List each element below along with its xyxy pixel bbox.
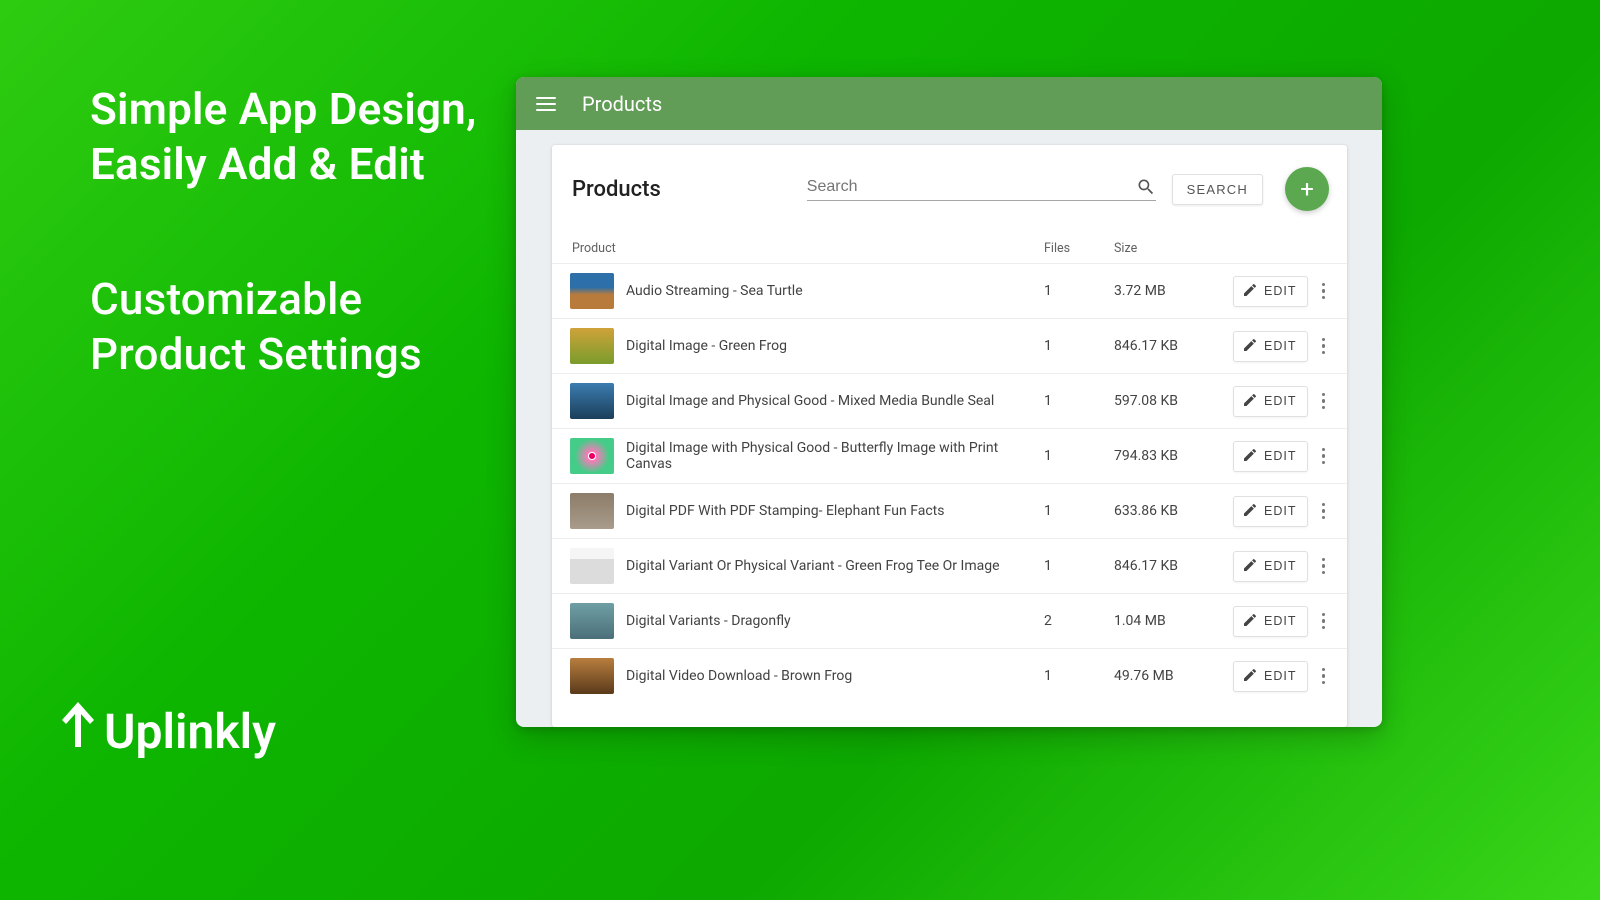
product-name: Digital PDF With PDF Stamping- Elephant … (626, 503, 1044, 519)
more-menu-icon[interactable] (1318, 664, 1330, 689)
more-menu-icon[interactable] (1318, 554, 1330, 579)
appbar-title: Products (582, 92, 662, 116)
table-row: Digital Image - Green Frog1846.17 KB EDIT (552, 318, 1347, 373)
product-name: Digital Video Download - Brown Frog (626, 668, 1044, 684)
product-thumbnail (570, 493, 614, 529)
product-name: Digital Image and Physical Good - Mixed … (626, 393, 1044, 409)
product-files: 2 (1044, 613, 1114, 629)
pencil-icon (1242, 612, 1258, 631)
edit-button[interactable]: EDIT (1233, 496, 1307, 527)
search-button[interactable]: SEARCH (1172, 174, 1263, 205)
table-row: Digital Variants - Dragonfly21.04 MB EDIT (552, 593, 1347, 648)
table-header: Product Files Size (552, 233, 1347, 263)
product-thumbnail (570, 658, 614, 694)
pencil-icon (1242, 392, 1258, 411)
table-row: Audio Streaming - Sea Turtle13.72 MB EDIT (552, 263, 1347, 318)
pencil-icon (1242, 282, 1258, 301)
product-name: Digital Variants - Dragonfly (626, 613, 1044, 629)
more-menu-icon[interactable] (1318, 334, 1330, 359)
product-name: Digital Image with Physical Good - Butte… (626, 440, 1044, 472)
appbar: Products (516, 77, 1382, 130)
edit-label: EDIT (1264, 449, 1296, 463)
edit-label: EDIT (1264, 614, 1296, 628)
product-name: Digital Image - Green Frog (626, 338, 1044, 354)
product-thumbnail (570, 438, 614, 474)
product-name: Audio Streaming - Sea Turtle (626, 283, 1044, 299)
product-size: 597.08 KB (1114, 393, 1229, 409)
more-menu-icon[interactable] (1318, 279, 1330, 304)
product-thumbnail (570, 548, 614, 584)
add-product-button[interactable]: + (1285, 167, 1329, 211)
product-thumbnail (570, 273, 614, 309)
product-thumbnail (570, 328, 614, 364)
edit-button[interactable]: EDIT (1233, 661, 1307, 692)
table-body: Audio Streaming - Sea Turtle13.72 MBEDIT… (552, 263, 1347, 703)
product-size: 3.72 MB (1114, 283, 1229, 299)
headline-1: Simple App Design, Easily Add & Edit (90, 82, 490, 192)
col-product: Product (570, 241, 1044, 256)
product-thumbnail (570, 603, 614, 639)
uplinkly-arrow-icon (62, 702, 98, 760)
product-size: 846.17 KB (1114, 338, 1229, 354)
product-files: 1 (1044, 503, 1114, 519)
headline-2: Customizable Product Settings (90, 272, 490, 382)
brand-logo: Uplinkly (62, 702, 276, 760)
product-files: 1 (1044, 558, 1114, 574)
product-files: 1 (1044, 283, 1114, 299)
table-row: Digital PDF With PDF Stamping- Elephant … (552, 483, 1347, 538)
more-menu-icon[interactable] (1318, 444, 1330, 469)
product-files: 1 (1044, 668, 1114, 684)
pencil-icon (1242, 447, 1258, 466)
edit-button[interactable]: EDIT (1233, 606, 1307, 637)
product-size: 1.04 MB (1114, 613, 1229, 629)
more-menu-icon[interactable] (1318, 389, 1330, 414)
edit-label: EDIT (1264, 394, 1296, 408)
pencil-icon (1242, 557, 1258, 576)
edit-button[interactable]: EDIT (1233, 551, 1307, 582)
edit-button[interactable]: EDIT (1233, 441, 1307, 472)
edit-button[interactable]: EDIT (1233, 331, 1307, 362)
card-title: Products (570, 177, 661, 202)
products-card: Products SEARCH + Product Files Size Aud… (552, 145, 1347, 727)
edit-label: EDIT (1264, 504, 1296, 518)
table-row: Digital Image with Physical Good - Butte… (552, 428, 1347, 483)
brand-name: Uplinkly (104, 703, 276, 760)
card-header: Products SEARCH + (552, 145, 1347, 233)
product-size: 49.76 MB (1114, 668, 1229, 684)
edit-label: EDIT (1264, 669, 1296, 683)
product-files: 1 (1044, 393, 1114, 409)
product-size: 794.83 KB (1114, 448, 1229, 464)
pencil-icon (1242, 337, 1258, 356)
product-thumbnail (570, 383, 614, 419)
marketing-copy: Simple App Design, Easily Add & Edit Cus… (90, 82, 490, 382)
more-menu-icon[interactable] (1318, 499, 1330, 524)
col-size: Size (1114, 241, 1229, 256)
search-input[interactable] (807, 178, 1136, 196)
product-size: 633.86 KB (1114, 503, 1229, 519)
table-row: Digital Video Download - Brown Frog149.7… (552, 648, 1347, 703)
search-icon (1136, 177, 1156, 197)
app-window: Products Products SEARCH + Product Files… (516, 77, 1382, 727)
edit-label: EDIT (1264, 284, 1296, 298)
edit-label: EDIT (1264, 339, 1296, 353)
product-name: Digital Variant Or Physical Variant - Gr… (626, 558, 1044, 574)
edit-label: EDIT (1264, 559, 1296, 573)
hamburger-icon[interactable] (536, 97, 556, 111)
product-files: 1 (1044, 448, 1114, 464)
table-row: Digital Variant Or Physical Variant - Gr… (552, 538, 1347, 593)
product-size: 846.17 KB (1114, 558, 1229, 574)
col-files: Files (1044, 241, 1114, 256)
more-menu-icon[interactable] (1318, 609, 1330, 634)
search-field[interactable] (807, 177, 1156, 201)
pencil-icon (1242, 667, 1258, 686)
plus-icon: + (1300, 175, 1314, 203)
edit-button[interactable]: EDIT (1233, 276, 1307, 307)
product-files: 1 (1044, 338, 1114, 354)
table-row: Digital Image and Physical Good - Mixed … (552, 373, 1347, 428)
pencil-icon (1242, 502, 1258, 521)
edit-button[interactable]: EDIT (1233, 386, 1307, 417)
